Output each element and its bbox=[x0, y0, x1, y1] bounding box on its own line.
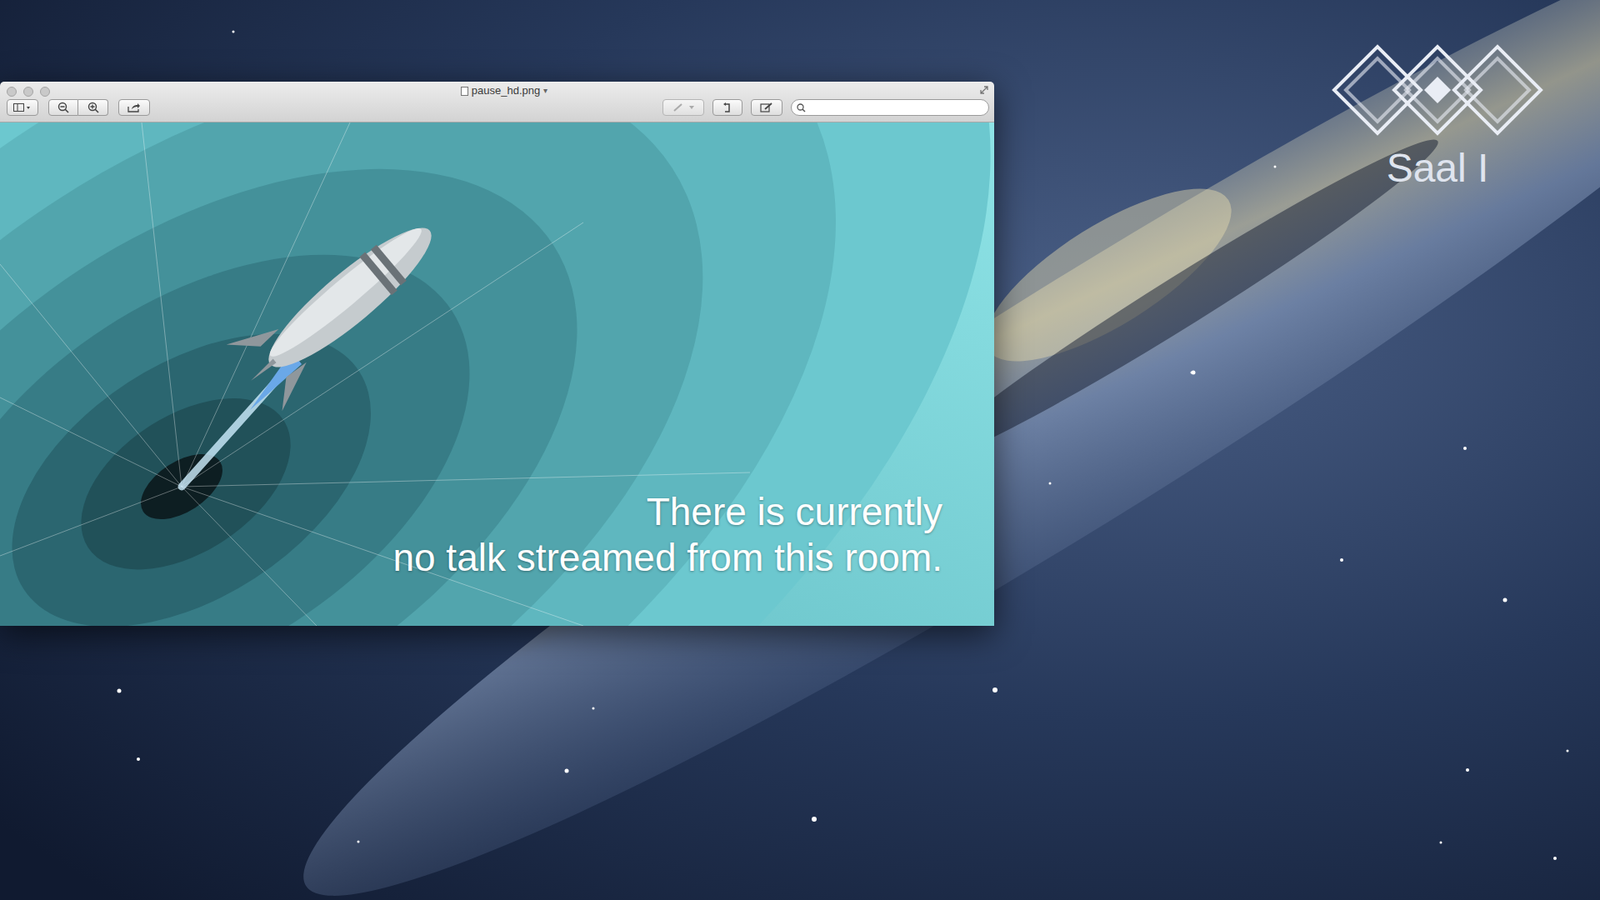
caption-line: There is currently bbox=[392, 489, 943, 535]
title-text: pause_hd.png bbox=[471, 83, 540, 99]
zoom-in-icon bbox=[87, 101, 100, 114]
share-button[interactable] bbox=[118, 99, 150, 116]
zoom-out-button[interactable] bbox=[48, 99, 79, 116]
caption: There is currently no talk streamed from… bbox=[392, 489, 943, 581]
sidebar-button[interactable] bbox=[6, 99, 39, 116]
room-logo: Saal I bbox=[1325, 43, 1550, 192]
title-menu-icon[interactable]: ▾ bbox=[543, 83, 548, 99]
caption-line: no talk streamed from this room. bbox=[392, 535, 943, 581]
zoom-button[interactable] bbox=[40, 86, 50, 97]
sidebar-icon bbox=[13, 103, 32, 112]
zoom-in-button[interactable] bbox=[78, 99, 109, 116]
edit-button[interactable] bbox=[750, 99, 783, 116]
close-button[interactable] bbox=[6, 86, 17, 97]
preview-window[interactable]: pause_hd.png ▾ bbox=[0, 81, 995, 626]
rotate-button[interactable] bbox=[712, 99, 743, 116]
dropdown-icon bbox=[689, 105, 695, 110]
zoom-out-icon bbox=[57, 101, 70, 114]
desktop: Saal I pause_hd.png ▾ bbox=[0, 0, 1600, 900]
annotate-button[interactable] bbox=[662, 99, 705, 116]
document-icon bbox=[460, 86, 469, 96]
window-title[interactable]: pause_hd.png ▾ bbox=[450, 83, 559, 99]
edit-toolbar-icon bbox=[760, 102, 774, 113]
share-icon bbox=[127, 102, 141, 113]
minimize-button[interactable] bbox=[23, 86, 34, 97]
fullscreen-icon[interactable] bbox=[979, 85, 990, 95]
title-bar[interactable]: pause_hd.png ▾ bbox=[0, 81, 995, 123]
pen-icon bbox=[672, 102, 685, 113]
search-field[interactable] bbox=[790, 99, 990, 116]
image-view: There is currently no talk streamed from… bbox=[0, 122, 995, 626]
rotate-icon bbox=[722, 102, 733, 114]
search-icon bbox=[796, 103, 806, 113]
logo-icon bbox=[1330, 43, 1545, 137]
room-name: Saal I bbox=[1386, 145, 1490, 192]
